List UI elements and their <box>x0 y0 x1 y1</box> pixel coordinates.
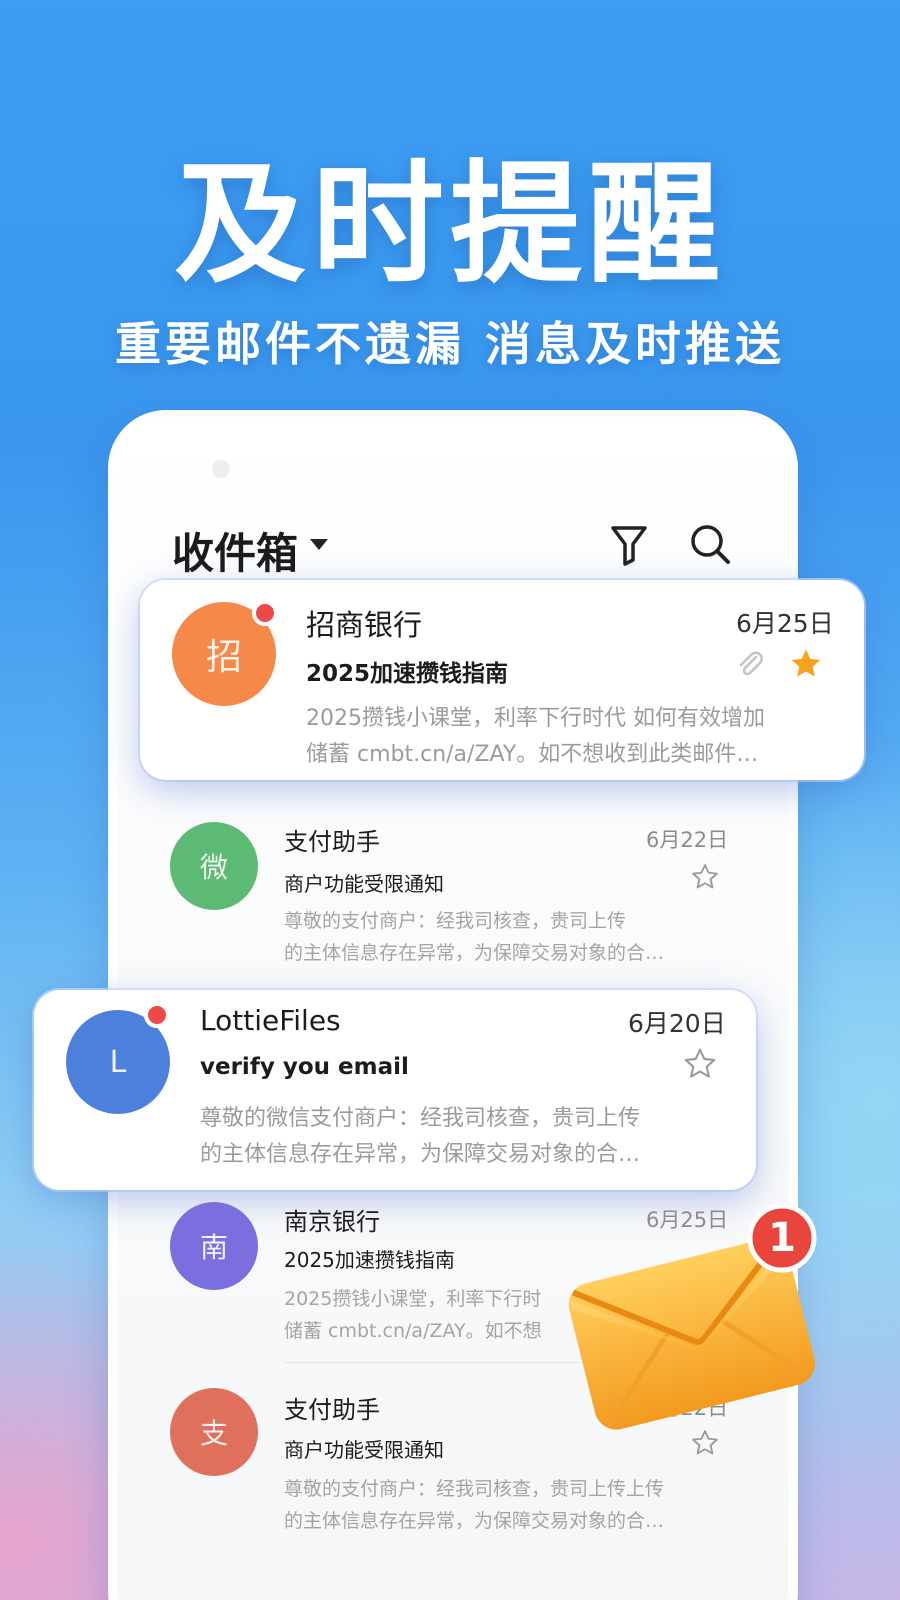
front-camera <box>212 460 230 478</box>
email-sender: 支付助手 <box>284 1396 380 1424</box>
email-date: 6月22日 <box>646 828 729 852</box>
unread-dot <box>252 600 278 626</box>
email-sender: LottieFiles <box>200 1004 341 1037</box>
email-preview-line: 的主体信息存在异常，为保障交易对象的合… <box>284 1510 665 1532</box>
email-subject: 商户功能受限通知 <box>284 872 444 896</box>
email-preview-line: 的主体信息存在异常，为保障交易对象的合… <box>200 1142 641 1167</box>
email-sender: 支付助手 <box>284 828 380 856</box>
email-preview-line: 尊敬的微信支付商户：经我司核查，贵司上传 <box>200 1106 641 1131</box>
star-outline-icon[interactable] <box>682 1046 718 1082</box>
unread-dot <box>144 1002 170 1028</box>
email-preview-line: 尊敬的支付商户：经我司核查，贵司上传 <box>284 910 627 932</box>
hero-subline: 重要邮件不遗漏 消息及时推送 <box>114 317 785 371</box>
email-subject: 2025加速攒钱指南 <box>284 1248 455 1272</box>
email-card-highlighted[interactable]: 招 招商银行 6月25日 2025加速攒钱指南 2025攒钱小课堂，利率下行时代… <box>140 580 864 780</box>
email-preview-line: 2025攒钱小课堂，利率下行时代 如何有效增加 <box>306 706 765 731</box>
email-sender: 招商银行 <box>306 608 423 642</box>
notification-badge: 1 <box>768 1215 796 1261</box>
inbox-title[interactable]: 收件箱 <box>172 520 298 581</box>
star-outline-icon[interactable] <box>690 862 720 892</box>
email-card-highlighted[interactable]: L LottieFiles 6月20日 verify you email 尊敬的… <box>34 990 756 1190</box>
email-preview-line: 储蓄 cmbt.cn/a/ZAY。如不想收到此类邮件… <box>306 742 759 767</box>
avatar: 支 <box>170 1388 258 1476</box>
search-icon[interactable] <box>686 520 734 568</box>
email-subject: 商户功能受限通知 <box>284 1438 444 1462</box>
email-preview-line: 尊敬的支付商户：经我司核查，贵司上传上传 <box>284 1478 665 1500</box>
filter-icon[interactable] <box>607 520 651 568</box>
paperclip-icon <box>734 648 766 680</box>
email-subject: verify you email <box>200 1054 409 1080</box>
email-date: 6月20日 <box>628 1009 726 1038</box>
hero-headline: 及时提醒 <box>174 148 726 302</box>
email-row[interactable]: 微 支付助手 6月22日 商户功能受限通知 尊敬的支付商户：经我司核查，贵司上传… <box>160 800 740 980</box>
email-sender: 南京银行 <box>284 1208 380 1236</box>
star-filled-icon[interactable] <box>788 646 824 682</box>
email-subject: 2025加速攒钱指南 <box>306 661 509 687</box>
email-preview-line: 的主体信息存在异常，为保障交易对象的合… <box>284 942 665 964</box>
avatar: 南 <box>170 1202 258 1290</box>
email-date: 6月25日 <box>736 609 834 638</box>
chevron-down-icon[interactable] <box>310 539 328 550</box>
avatar: 微 <box>170 822 258 910</box>
